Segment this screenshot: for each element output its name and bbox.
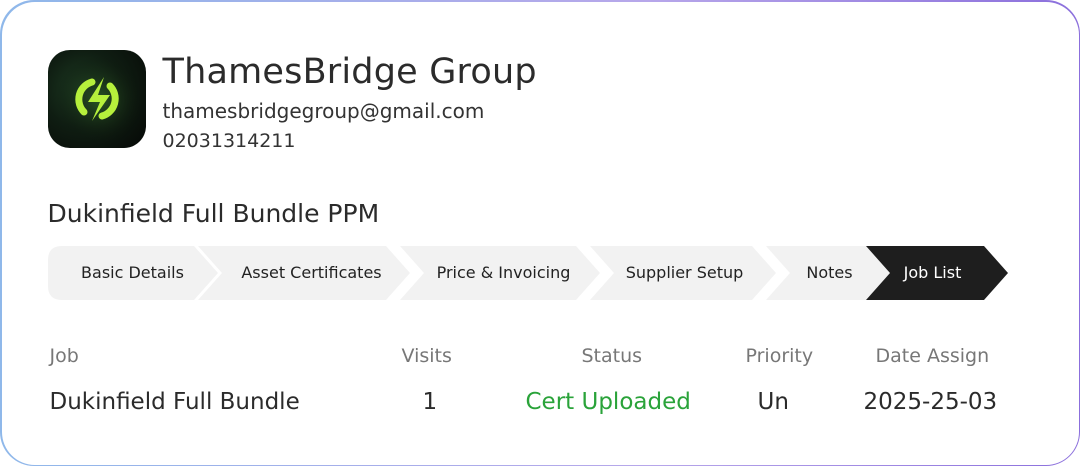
cell-priority: Un (757, 388, 789, 415)
company-card: ThamesBridge Group thamesbridgegroup@gma… (1, 1, 1079, 465)
company-phone[interactable]: 02031314211 (163, 130, 296, 152)
company-name: ThamesBridge Group (162, 51, 537, 92)
tab-asset-certificates[interactable]: Asset Certificates (197, 245, 410, 300)
cell-job: Dukinfield Full Bundle (49, 388, 300, 415)
cell-status: Cert Uploaded (525, 388, 691, 415)
lightning-refresh-icon (55, 55, 144, 144)
column-header-visits: Visits (401, 344, 452, 367)
tab-label: Asset Certificates (241, 263, 382, 282)
tab-label: Basic Details (81, 263, 184, 282)
step-tabs: Basic Details Asset Certificates Price &… (47, 245, 1008, 300)
tab-label: Supplier Setup (625, 263, 744, 282)
tab-supplier-setup[interactable]: Supplier Setup (589, 245, 776, 300)
tab-job-list[interactable]: Job List (865, 245, 1008, 300)
column-header-date-assign: Date Assign (875, 344, 990, 367)
company-logo (47, 49, 146, 148)
tab-label: Notes (806, 263, 853, 282)
cell-date-assign: 2025-25-03 (863, 388, 998, 415)
column-header-status: Status (581, 344, 643, 367)
tab-label: Job List (903, 263, 962, 282)
column-header-job: Job (49, 344, 79, 367)
tab-price-invoicing[interactable]: Price & Invoicing (399, 245, 600, 300)
project-title: Dukinfield Full Bundle PPM (47, 198, 380, 228)
column-header-priority: Priority (745, 344, 814, 367)
tab-basic-details[interactable]: Basic Details (47, 245, 218, 300)
card-border: ThamesBridge Group thamesbridgegroup@gma… (0, 0, 1080, 466)
cell-visits: 1 (422, 388, 438, 415)
company-email[interactable]: thamesbridgegroup@gmail.com (163, 99, 485, 123)
tab-label: Price & Invoicing (436, 263, 571, 282)
